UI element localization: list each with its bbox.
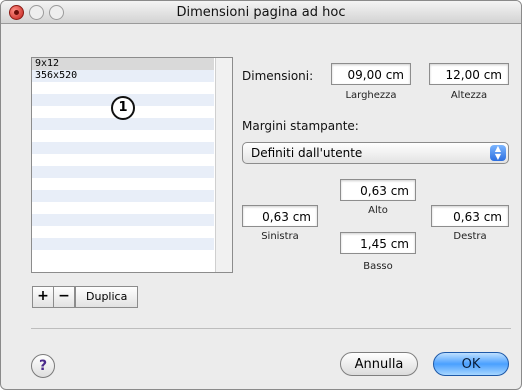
- title-bar: Dimensioni pagina ad hoc: [1, 1, 521, 24]
- list-item: [32, 154, 214, 166]
- help-button[interactable]: ?: [31, 354, 55, 378]
- left-margin-label: Sinistra: [261, 231, 299, 242]
- page-size-rows: 9x12 356x520: [32, 58, 214, 262]
- dialog-window: Dimensioni pagina ad hoc 9x12 356x520 1 …: [0, 0, 522, 390]
- list-controls: + − Duplica: [32, 286, 139, 308]
- ok-button[interactable]: OK: [433, 352, 509, 376]
- list-scrollbar[interactable]: [215, 58, 232, 272]
- height-label: Altezza: [450, 90, 488, 101]
- dimensions-label: Dimensioni:: [242, 69, 314, 83]
- list-item: [32, 190, 214, 202]
- list-item: [32, 82, 214, 94]
- list-item: [32, 238, 214, 250]
- list-item: [32, 130, 214, 142]
- window-title: Dimensioni pagina ad hoc: [176, 5, 346, 20]
- list-item: [32, 142, 214, 154]
- divider: [31, 328, 511, 329]
- list-item: [32, 214, 214, 226]
- cancel-button[interactable]: Annulla: [340, 352, 418, 376]
- width-label: Larghezza: [345, 90, 397, 101]
- callout-number: 1: [111, 96, 135, 120]
- height-field[interactable]: 12,00 cm: [429, 63, 509, 85]
- add-button[interactable]: +: [32, 286, 54, 308]
- margins-label: Margini stampante:: [242, 119, 359, 133]
- width-field[interactable]: 09,00 cm: [331, 63, 411, 85]
- page-size-list[interactable]: 9x12 356x520: [31, 57, 233, 273]
- right-margin-field[interactable]: 0,63 cm: [431, 205, 509, 227]
- bottom-margin-label: Basso: [363, 261, 393, 272]
- list-item: [32, 178, 214, 190]
- top-margin-field[interactable]: 0,63 cm: [340, 179, 416, 201]
- remove-button[interactable]: −: [53, 286, 75, 308]
- popup-arrows-icon: ▲ ▼: [490, 145, 506, 161]
- right-margin-label: Destra: [453, 231, 487, 242]
- margins-popup[interactable]: Definiti dall'utente ▲ ▼: [242, 142, 509, 164]
- list-item[interactable]: 356x520: [32, 70, 214, 82]
- list-item: [32, 202, 214, 214]
- margins-popup-value: Definiti dall'utente: [251, 146, 363, 160]
- list-item: [32, 226, 214, 238]
- list-item: [32, 250, 214, 262]
- bottom-margin-field[interactable]: 1,45 cm: [340, 232, 416, 254]
- left-margin-field[interactable]: 0,63 cm: [242, 205, 318, 227]
- duplicate-button[interactable]: Duplica: [75, 286, 139, 308]
- list-item[interactable]: 9x12: [32, 58, 214, 70]
- top-margin-label: Alto: [368, 205, 388, 216]
- list-item: [32, 166, 214, 178]
